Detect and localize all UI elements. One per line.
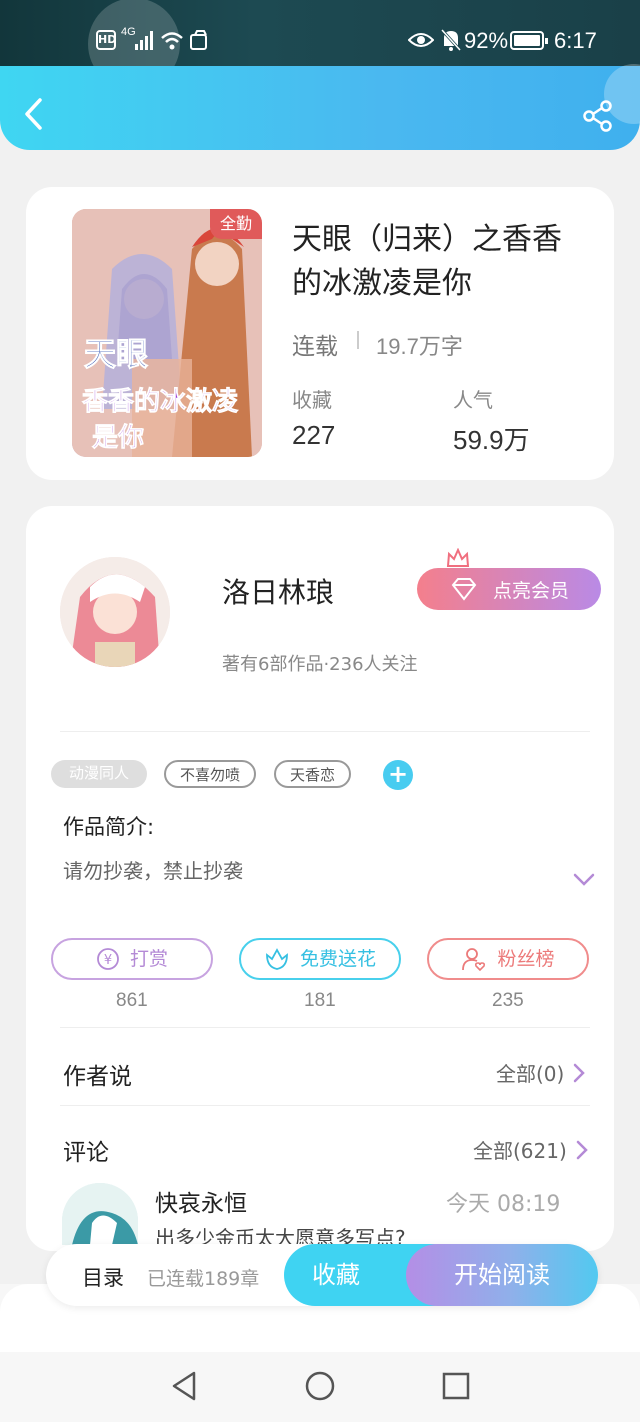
comments-all-link[interactable]: 全部(621)	[473, 1135, 589, 1164]
send-flower-button[interactable]: 免费送花	[239, 938, 401, 980]
book-title: 天眼（归来）之香香的冰激凌是你	[292, 222, 562, 301]
nav-home-icon[interactable]	[304, 1370, 336, 1402]
comments-all-label: 全部(621)	[473, 1139, 567, 1163]
status-bar: HD 4G 92% 6:17	[0, 0, 640, 90]
intro-label: 作品简介:	[63, 815, 155, 839]
chapter-count: 已连载189章	[147, 1268, 260, 1290]
popularity-label: 人气	[453, 388, 493, 412]
fan-ranking-label: 粉丝榜	[497, 948, 555, 970]
plus-icon: +	[387, 760, 409, 788]
commenter-name: 快哀永恒	[155, 1191, 247, 1217]
nav-recents-icon[interactable]	[442, 1372, 470, 1400]
divider	[60, 731, 590, 732]
chevron-right-icon	[576, 1140, 588, 1159]
battery-icon	[510, 31, 548, 50]
favorites-value: 227	[292, 420, 336, 450]
cover-title-line2: 香香的冰激凌	[82, 387, 239, 418]
signal-icon	[135, 31, 153, 50]
flower-count: 181	[304, 990, 336, 1011]
add-tag-button[interactable]: +	[383, 760, 413, 790]
word-count: 19.7万字	[376, 334, 463, 359]
eye-icon	[408, 33, 434, 47]
send-flower-label: 免费送花	[299, 948, 376, 970]
tip-count: 861	[116, 990, 148, 1011]
tip-label: 打赏	[129, 948, 168, 970]
crown-icon	[446, 548, 470, 567]
divider	[60, 1105, 590, 1106]
back-button[interactable]	[20, 96, 48, 132]
avatar[interactable]	[60, 557, 170, 667]
flower-icon	[266, 948, 288, 970]
svg-text:¥: ¥	[104, 953, 112, 968]
cover-title-line3: 是你	[92, 423, 145, 454]
collect-label: 收藏	[312, 1261, 360, 1289]
toc-button[interactable]: 目录	[82, 1262, 124, 1292]
wifi-icon	[161, 32, 183, 50]
serial-status: 连载	[292, 334, 338, 360]
battery-percent: 92%	[464, 28, 509, 53]
meta-divider	[357, 331, 359, 349]
comment-text: 出多少金币太大愿意多写点?	[155, 1226, 406, 1244]
tip-button[interactable]: ¥ 打赏	[51, 938, 213, 980]
fan-count: 235	[492, 990, 524, 1011]
favorites-label: 收藏	[292, 388, 332, 412]
cover-title-line1: 天眼	[83, 335, 149, 374]
vip-button-label: 点亮会员	[492, 579, 569, 602]
author-name: 洛日林琅	[222, 576, 335, 609]
hd-icon: HD	[96, 30, 116, 50]
clipboard-icon	[190, 30, 207, 50]
share-button[interactable]	[582, 100, 614, 132]
start-reading-button[interactable]: 开始阅读	[406, 1244, 598, 1306]
author-says-label: 作者说	[63, 1064, 132, 1090]
coin-icon: ¥	[97, 948, 119, 970]
divider	[60, 1027, 590, 1028]
mute-bell-icon	[440, 28, 462, 52]
comment-text-clip: 出多少金币太大愿意多写点?	[155, 1222, 455, 1244]
book-cover[interactable]: 全勤 天眼 香香的冰激凌 是你	[72, 209, 262, 457]
tag-primary[interactable]: 动漫同人	[51, 760, 147, 788]
intro-text: 请勿抄袭，禁止抄袭	[63, 859, 243, 883]
tag[interactable]: 不喜勿喷	[164, 760, 256, 788]
author-says-all-link[interactable]: 全部(0)	[496, 1058, 586, 1087]
expand-chevron-icon[interactable]	[572, 872, 596, 888]
nav-back-icon[interactable]	[170, 1370, 198, 1402]
clock: 6:17	[554, 28, 597, 53]
comment-time: 今天 08:19	[446, 1192, 561, 1217]
fan-ranking-button[interactable]: 粉丝榜	[427, 938, 589, 980]
author-says-all-label: 全部(0)	[496, 1062, 565, 1086]
start-reading-label: 开始阅读	[454, 1261, 550, 1289]
popularity-value: 59.9万	[453, 425, 530, 455]
avatar-illustration	[60, 557, 170, 667]
top-app-bar	[0, 64, 640, 150]
chevron-right-icon	[574, 1063, 586, 1082]
full-attendance-badge: 全勤	[210, 209, 262, 239]
bottom-action-bar: 目录 已连载189章 收藏 开始阅读	[46, 1244, 598, 1306]
comments-label: 评论	[63, 1140, 109, 1166]
author-stats: 著有6部作品·236人关注	[222, 654, 418, 675]
tag[interactable]: 天香恋	[274, 760, 351, 788]
diamond-icon	[451, 578, 477, 601]
vip-button[interactable]: 点亮会员	[417, 568, 601, 610]
user-heart-icon	[462, 948, 486, 972]
